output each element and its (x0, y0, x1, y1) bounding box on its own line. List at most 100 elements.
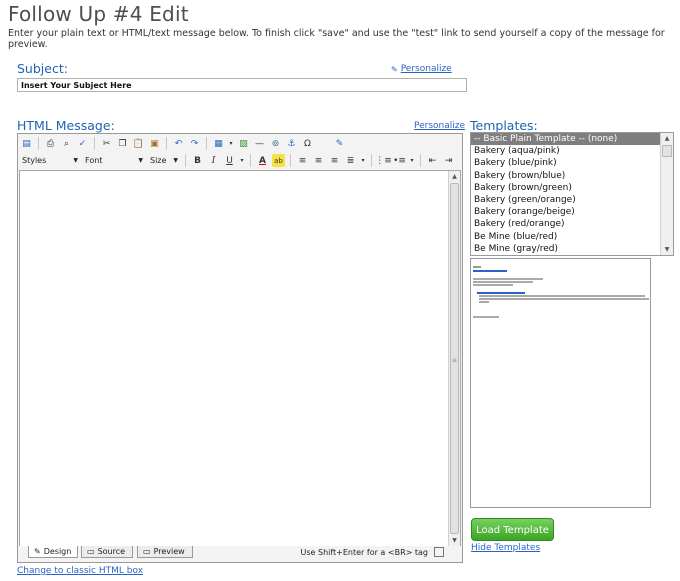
template-item[interactable]: Bakery (blue/pink) (471, 157, 660, 169)
image-icon[interactable]: ▨ (237, 137, 250, 150)
align-left-icon[interactable]: ≡ (296, 154, 309, 167)
align-right-icon[interactable]: ≡ (328, 154, 341, 167)
editor-scrollbar[interactable]: ▲ ≡ ▼ (448, 171, 460, 546)
scroll-up-icon[interactable]: ▲ (449, 171, 460, 182)
new-document-icon[interactable]: ▤ (20, 137, 33, 150)
subject-personalize-link[interactable]: Personalize (401, 64, 452, 74)
preview-line (473, 284, 513, 286)
underline-button[interactable]: U (223, 154, 236, 167)
preview-link-line (477, 292, 525, 294)
load-template-button[interactable]: Load Template (471, 518, 554, 541)
template-item[interactable]: Be Mine (blue/red) (471, 231, 660, 243)
html-editor: ▤ ⎙ ⌕ ✓ ✂ ❐ 📋 ▣ ↶ ↷ ▦ ▾ ▨ — ⊚ ⚓ Ω ✎ Styl… (17, 133, 463, 563)
toolbar-row-1: ▤ ⎙ ⌕ ✓ ✂ ❐ 📋 ▣ ↶ ↷ ▦ ▾ ▨ — ⊚ ⚓ Ω ✎ (20, 135, 346, 152)
outdent-icon[interactable]: ⇤ (426, 154, 439, 167)
resize-icon[interactable] (434, 547, 444, 557)
unordered-list-icon[interactable]: •≡ (393, 154, 406, 167)
toolbar-separator (166, 137, 167, 150)
undo-icon[interactable]: ↶ (172, 137, 185, 150)
table-icon[interactable]: ▦ (212, 137, 225, 150)
chevron-down-icon: ▼ (138, 157, 143, 164)
toolbar-separator (206, 137, 207, 150)
special-char-icon[interactable]: Ω (301, 137, 314, 150)
toolbar-separator (371, 154, 372, 167)
code-icon: ▭ (87, 547, 95, 556)
template-item[interactable]: Bakery (green/orange) (471, 194, 660, 206)
personalize-icon[interactable]: ✎ (333, 137, 346, 150)
subject-input[interactable] (17, 78, 467, 92)
scroll-down-icon[interactable]: ▼ (449, 535, 460, 546)
html-personalize-link[interactable]: Personalize (414, 121, 465, 131)
shift-enter-hint: Use Shift+Enter for a <BR> tag (300, 548, 429, 557)
tab-source-label: Source (97, 547, 126, 556)
toolbar-separator (290, 154, 291, 167)
pencil-icon: ✎ (34, 547, 41, 556)
italic-button[interactable]: I (207, 154, 220, 167)
editor-footer: ✎ Design ▭ Source ▭ Preview Use Shift+En… (18, 546, 462, 562)
scroll-down-icon[interactable]: ▼ (661, 244, 673, 255)
bold-button[interactable]: B (191, 154, 204, 167)
paste-word-icon[interactable]: ▣ (148, 137, 161, 150)
copy-icon[interactable]: ❐ (116, 137, 129, 150)
indent-icon[interactable]: ⇥ (442, 154, 455, 167)
tab-design[interactable]: ✎ Design (28, 546, 78, 558)
template-item[interactable]: Bakery (brown/blue) (471, 170, 660, 182)
subject-personalize[interactable]: ✎ Personalize (391, 64, 452, 74)
size-dropdown[interactable]: Size ▼ (148, 155, 180, 167)
preview-line (479, 295, 645, 297)
chevron-down-icon[interactable]: ▾ (409, 154, 415, 167)
subject-label: Subject: (17, 61, 68, 76)
horizontal-rule-icon[interactable]: — (253, 137, 266, 150)
highlight-icon[interactable]: ab (272, 154, 285, 167)
preview-line (479, 301, 489, 303)
template-item[interactable]: Bakery (red/orange) (471, 218, 660, 230)
anchor-icon[interactable]: ⚓ (285, 137, 298, 150)
paste-icon[interactable]: 📋 (132, 137, 145, 150)
preview-icon: ▭ (143, 547, 151, 556)
link-icon[interactable]: ⊚ (269, 137, 282, 150)
personalize-icon: ✎ (391, 64, 398, 74)
tab-source[interactable]: ▭ Source (81, 546, 133, 558)
template-list-scrollbar[interactable]: ▲ ▼ (660, 133, 673, 255)
preview-line (473, 316, 499, 318)
styles-dropdown[interactable]: Styles ▼ (20, 155, 80, 167)
preview-line (473, 281, 533, 283)
chevron-down-icon: ▼ (173, 157, 178, 164)
preview-line (473, 266, 481, 268)
styles-label: Styles (22, 156, 47, 165)
font-color-button[interactable]: A (256, 154, 269, 167)
tab-preview[interactable]: ▭ Preview (137, 546, 193, 558)
page-title: Follow Up #4 Edit (8, 2, 189, 26)
classic-html-link[interactable]: Change to classic HTML box (17, 566, 143, 576)
toolbar-separator (250, 154, 251, 167)
template-item[interactable]: Bakery (aqua/pink) (471, 145, 660, 157)
print-icon[interactable]: ⎙ (44, 137, 57, 150)
align-center-icon[interactable]: ≡ (312, 154, 325, 167)
find-icon[interactable]: ⌕ (60, 137, 73, 150)
chevron-down-icon[interactable]: ▾ (239, 154, 245, 167)
template-list[interactable]: -- Basic Plain Template -- (none) Bakery… (470, 132, 674, 256)
hide-templates-link[interactable]: Hide Templates (471, 543, 540, 553)
chevron-down-icon[interactable]: ▾ (228, 137, 234, 150)
font-label: Font (85, 156, 103, 165)
template-item[interactable]: Bakery (orange/beige) (471, 206, 660, 218)
template-item[interactable]: Be Mine (gray/red) (471, 243, 660, 255)
html-message-label: HTML Message: (17, 118, 115, 133)
template-item[interactable]: Bakery (brown/green) (471, 182, 660, 194)
template-item[interactable]: -- Basic Plain Template -- (none) (471, 133, 660, 146)
preview-line (479, 298, 649, 300)
align-justify-icon[interactable]: ≣ (344, 154, 357, 167)
chevron-down-icon[interactable]: ▾ (360, 154, 366, 167)
redo-icon[interactable]: ↷ (188, 137, 201, 150)
tab-design-label: Design (43, 547, 72, 556)
toolbar-separator (38, 137, 39, 150)
editor-content-area[interactable]: ▲ ≡ ▼ (19, 170, 461, 547)
spellcheck-icon[interactable]: ✓ (76, 137, 89, 150)
preview-line (473, 278, 543, 280)
chevron-down-icon: ▼ (73, 157, 78, 164)
font-dropdown[interactable]: Font ▼ (83, 155, 145, 167)
scroll-up-icon[interactable]: ▲ (661, 133, 673, 144)
cut-icon[interactable]: ✂ (100, 137, 113, 150)
ordered-list-icon[interactable]: ⋮≡ (375, 154, 392, 167)
scrollbar-thumb[interactable] (662, 145, 672, 157)
